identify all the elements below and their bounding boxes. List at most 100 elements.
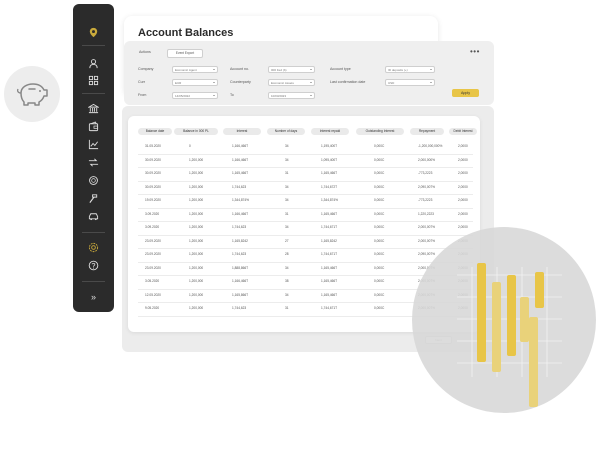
table-cell: 31 xyxy=(285,171,289,175)
table-cell: 0,000C xyxy=(374,265,385,270)
table-cell: 2,0000 xyxy=(458,211,468,216)
from-date-input[interactable]: 14/05/2022 xyxy=(172,91,218,99)
table-cell: 0,000C xyxy=(374,225,385,229)
counterparty-select[interactable]: Economic Assets xyxy=(268,78,315,86)
table-cell: 1,165,466T xyxy=(232,171,249,175)
account-type-select[interactable]: ID deposits (+) xyxy=(385,65,435,73)
curr-select[interactable]: EUR xyxy=(172,78,218,86)
column-header[interactable]: Balance date xyxy=(138,128,172,135)
column-header[interactable]: Interest repaid xyxy=(311,128,349,135)
table-cell: -773,2223 xyxy=(418,198,433,202)
table-cell: 2,0000 xyxy=(458,157,468,162)
table-cell: 30.09.2020 xyxy=(145,171,161,175)
table-cell: 34 xyxy=(285,157,289,162)
table-cell: 23.09.2020 xyxy=(145,252,161,256)
table-cell: 34 xyxy=(285,292,289,297)
chart-bar xyxy=(507,275,516,356)
table-cell: 1,165,466T xyxy=(321,171,338,175)
column-header[interactable]: Interest xyxy=(223,128,261,135)
bank-icon[interactable] xyxy=(85,102,102,114)
transfer-icon[interactable] xyxy=(85,156,102,168)
table-cell: 1,200,000 xyxy=(189,157,204,162)
table-cell: 27 xyxy=(285,238,289,243)
table-cell: 34 xyxy=(285,144,289,148)
table-cell: 1,166,466T xyxy=(232,144,249,148)
table-cell: 1,888,866T xyxy=(232,265,249,270)
table-cell: 23.09.2020 xyxy=(145,265,161,270)
table-cell: 34 xyxy=(285,198,289,202)
table-cell: 1,200,000 xyxy=(189,184,204,189)
table-cell: 1,744,623 xyxy=(232,184,247,189)
expand-sidebar-icon[interactable]: » xyxy=(85,291,102,303)
table-cell: 0,000C xyxy=(374,211,385,216)
table-cell: 2,000,000% xyxy=(418,157,436,162)
table-cell: 31 xyxy=(285,306,289,310)
table-cell: 0,000C xyxy=(374,184,385,189)
company-label: Company xyxy=(138,67,154,71)
piggy-bank-bubble xyxy=(4,66,60,122)
car-icon[interactable] xyxy=(85,210,102,222)
table-cell: 1,200,000 xyxy=(189,238,204,243)
table-cell: 1,166,466T xyxy=(232,279,249,283)
column-header[interactable]: Repayment xyxy=(410,128,444,135)
grid-icon[interactable] xyxy=(85,74,102,86)
sidebar: » xyxy=(73,4,114,312)
table-cell: 1,165,8242 xyxy=(232,238,248,243)
table-cell: 0,000C xyxy=(374,157,385,162)
counterparty-label: Counterparty xyxy=(230,80,251,84)
last-confirmation-date-select[interactable]: USD xyxy=(385,78,435,86)
table-cell: 1,165,866T xyxy=(232,292,249,297)
table-cell: 31 xyxy=(285,211,289,216)
table-cell: 0,000C xyxy=(374,252,385,256)
table-cell: 12.05.2020 xyxy=(145,292,161,297)
column-header[interactable]: Outstanding Interest xyxy=(356,128,404,135)
coins-icon[interactable] xyxy=(85,174,102,186)
candlestick-chart xyxy=(457,263,562,407)
table-cell: 0,000C xyxy=(374,238,385,243)
company-select[interactable]: Economic Agent xyxy=(172,65,218,73)
table-cell: 31.05.2020 xyxy=(145,144,161,148)
table-cell: 2,0000 xyxy=(458,144,468,148)
wallet-icon[interactable] xyxy=(85,120,102,132)
settings-icon[interactable] xyxy=(85,241,102,253)
column-header[interactable]: Balance in 000 PL xyxy=(174,128,218,135)
table-cell: 1,744,623 xyxy=(232,225,247,229)
table-cell: 0,000C xyxy=(374,171,385,175)
hammer-icon[interactable] xyxy=(85,192,102,204)
table-cell: -1,200,000,000% xyxy=(418,144,443,148)
help-icon[interactable] xyxy=(85,259,102,271)
table-cell: 1,095,400T xyxy=(321,157,338,162)
table-cell: 2,090,007% xyxy=(418,184,436,189)
table-cell: 0,000C xyxy=(374,198,385,202)
event-export-button[interactable]: Event Export xyxy=(167,48,203,58)
apply-button[interactable]: Apply xyxy=(452,89,479,97)
table-cell: 1,200,000 xyxy=(189,171,204,175)
column-header[interactable]: Number of days xyxy=(267,128,305,135)
table-cell: 3.09.2020 xyxy=(145,211,160,216)
table-cell: 34 xyxy=(285,225,289,229)
page-title: Account Balances xyxy=(138,27,234,39)
table-cell: 1,744,671T xyxy=(321,252,338,256)
column-header[interactable]: Debit Interest xyxy=(449,128,477,135)
table-cell: 3.09.2020 xyxy=(145,225,160,229)
table-cell: 1,220,2223 xyxy=(418,211,434,216)
table-cell: 1,200,000 xyxy=(189,198,204,202)
chart-icon[interactable] xyxy=(85,138,102,150)
table-cell: 30.09.2020 xyxy=(145,157,161,162)
table-cell: 0,000C xyxy=(374,306,385,310)
table-cell: 1,744,672T xyxy=(321,184,338,189)
table-cell: 1,165,466T xyxy=(321,279,338,283)
chart-bar xyxy=(477,263,486,362)
more-options-icon[interactable]: ••• xyxy=(470,48,480,56)
to-date-input[interactable]: 10/03/2023 xyxy=(268,91,315,99)
last-confirmation-date-label: Last confirmation date xyxy=(330,80,366,84)
table-cell: 28 xyxy=(285,252,289,256)
table-cell: 3.05.2020 xyxy=(145,279,160,283)
actions-label: Actions xyxy=(139,50,151,54)
chart-bar xyxy=(535,272,544,308)
logo-pin-icon[interactable] xyxy=(85,26,102,38)
table-cell: 2,0000 xyxy=(458,198,468,202)
account-no-select[interactable]: 000 Fed (b) xyxy=(268,65,315,73)
user-icon[interactable] xyxy=(85,57,102,69)
table-cell: 9.05.2020 xyxy=(145,306,160,310)
